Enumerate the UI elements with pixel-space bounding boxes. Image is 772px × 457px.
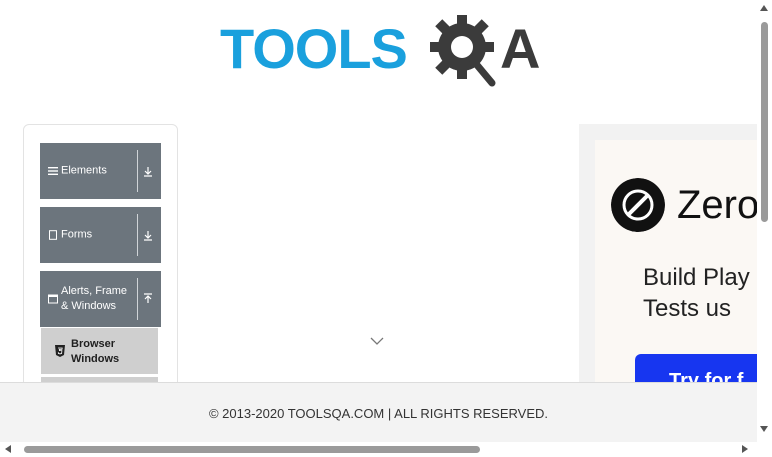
download-arrow-icon: [144, 167, 152, 177]
form-icon: [49, 230, 57, 240]
scroll-right-icon[interactable]: [742, 445, 748, 453]
group-label: Elements: [61, 164, 107, 177]
gear-magnifier-icon: [430, 15, 496, 87]
copyright-text: © 2013-2020 TOOLSQA.COM | ALL RIGHTS RES…: [208, 406, 549, 421]
horizontal-scrollbar[interactable]: [0, 442, 757, 457]
vertical-scrollbar[interactable]: [757, 0, 772, 442]
group-label: Alerts, Frame & Windows: [61, 285, 128, 312]
logo-suffix: A: [500, 17, 541, 80]
upload-arrow-icon: [144, 293, 152, 303]
divider: [137, 278, 138, 320]
divider: [137, 150, 138, 192]
horizontal-scroll-thumb[interactable]: [24, 446, 480, 453]
scroll-down-icon[interactable]: [760, 426, 768, 432]
ad-cta-button[interactable]: Try for f: [635, 354, 759, 384]
footer: © 2013-2020 TOOLSQA.COM | ALL RIGHTS RES…: [0, 382, 757, 443]
menu-item-label: Browser Windows: [71, 338, 120, 365]
group-elements[interactable]: Elements: [40, 143, 161, 199]
group-label: Forms: [61, 228, 93, 241]
scrollbar-corner: [757, 442, 772, 457]
toolsqa-logo[interactable]: TOOLS A: [220, 15, 542, 90]
group-forms[interactable]: Forms: [40, 207, 161, 263]
download-arrow-icon: [144, 231, 152, 241]
ad-brand: Zero: [677, 183, 759, 227]
menu-item-browser-windows[interactable]: Browser Windows: [41, 328, 158, 374]
ad-banner[interactable]: Zero Build Play Tests us Try for f: [579, 124, 759, 384]
window-icon: [48, 294, 58, 304]
scroll-up-icon[interactable]: [760, 5, 768, 11]
ad-headline: Build Play Tests us: [643, 264, 750, 322]
html5-icon: [55, 345, 65, 357]
left-panel: Elements Forms Alerts, Frame & Windows B…: [23, 124, 178, 396]
ad-content: Zero Build Play Tests us Try for f: [595, 140, 759, 384]
vertical-scroll-thumb[interactable]: [761, 22, 768, 222]
group-alerts-frame-windows[interactable]: Alerts, Frame & Windows: [40, 271, 161, 327]
logo-text: TOOLS: [220, 17, 408, 80]
scroll-left-icon[interactable]: [5, 445, 11, 453]
chevron-down-icon: [370, 337, 384, 345]
list-icon: [48, 167, 58, 175]
divider: [137, 214, 138, 256]
zerostep-logo-icon: [611, 178, 665, 232]
